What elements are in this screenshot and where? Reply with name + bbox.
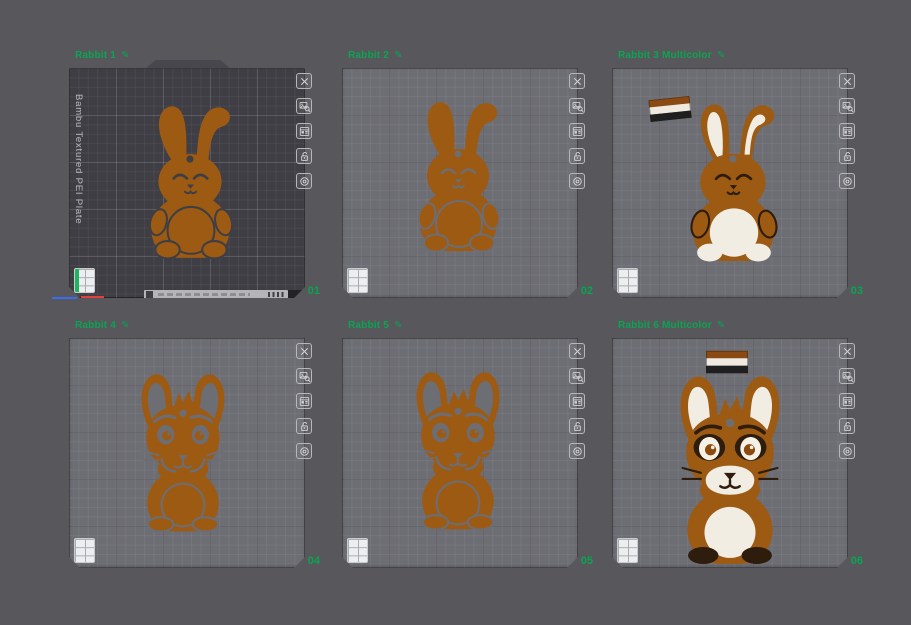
filament-color-swatch[interactable] [706,350,748,374]
plate-slots-icon [617,538,638,563]
plate-number: 06 [850,555,863,567]
plate-cell-3: Rabbit 3 Multicolor ✎ 03 [612,48,863,300]
build-plate-05[interactable] [342,338,578,568]
plate-cell-6: Rabbit 6 Multicolor ✎ 06 [612,318,863,570]
plate-settings-icon[interactable] [296,123,312,139]
filament-mapping-icon[interactable] [839,443,855,459]
build-plate-03[interactable] [612,68,848,298]
build-plate-01[interactable]: Bambu Textured PEI Plate [69,68,305,298]
edit-plate-name-icon[interactable]: ✎ [121,50,130,61]
plate-title[interactable]: Rabbit 6 Multicolor ✎ [618,320,725,331]
plate-settings-icon[interactable] [839,393,855,409]
plate-name-label: Rabbit 2 [348,50,390,61]
build-plate-06[interactable] [612,338,848,568]
plate-preview-icon[interactable] [296,368,312,384]
plate-name-label: Rabbit 3 Multicolor [618,50,712,61]
rabbit-model-4[interactable] [127,358,239,544]
plate-number: 01 [307,285,320,297]
filament-mapping-icon[interactable] [296,173,312,189]
delete-plate-icon[interactable] [839,343,855,359]
plate-number: 02 [580,285,593,297]
edit-plate-name-icon[interactable]: ✎ [717,320,726,331]
plate-preview-icon[interactable] [839,98,855,114]
plate-toolbar [839,343,855,459]
plate-name-label: Rabbit 5 [348,320,390,331]
filament-mapping-icon[interactable] [839,173,855,189]
plate-slots-icon [347,538,368,563]
plate-name-label: Rabbit 6 Multicolor [618,320,712,331]
plate-corner-tab [288,290,304,299]
plate-title[interactable]: Rabbit 1 ✎ [75,50,130,61]
delete-plate-icon[interactable] [569,343,585,359]
plate-toolbar [569,343,585,459]
plate-settings-icon[interactable] [569,123,585,139]
rabbit-model-2[interactable] [404,96,514,256]
plate-code-strip [144,290,288,299]
build-plate-02[interactable] [342,68,578,298]
edit-plate-name-icon[interactable]: ✎ [394,320,403,331]
rabbit-model-3[interactable] [676,102,792,262]
lock-plate-icon[interactable] [839,148,855,164]
plate-cell-2: Rabbit 2 ✎ 02 [342,48,593,300]
delete-plate-icon[interactable] [839,73,855,89]
plate-preview-icon[interactable] [296,98,312,114]
lock-plate-icon[interactable] [296,418,312,434]
rabbit-model-5[interactable] [402,358,514,540]
plate-name-label: Rabbit 4 [75,320,117,331]
filament-color-swatch[interactable] [647,96,693,122]
lock-plate-icon[interactable] [569,148,585,164]
plate-preview-icon[interactable] [569,98,585,114]
plate-number: 03 [850,285,863,297]
plate-title[interactable]: Rabbit 5 ✎ [348,320,403,331]
plate-texture-label: Bambu Textured PEI Plate [73,94,84,225]
plate-slots-icon [617,268,638,293]
plate-toolbar [569,73,585,189]
plate-handle [146,60,230,68]
plate-cell-4: Rabbit 4 ✎ 04 [69,318,320,570]
plate-toolbar [296,343,312,459]
plate-settings-icon[interactable] [569,393,585,409]
plate-preview-icon[interactable] [569,368,585,384]
axis-z-indicator [52,297,77,299]
plate-title[interactable]: Rabbit 4 ✎ [75,320,130,331]
rabbit-model-1[interactable] [135,104,247,259]
plate-number: 05 [580,555,593,567]
plates-overview: Rabbit 1 ✎ Bambu Textured PEI Plate 01 R… [0,0,911,625]
edit-plate-name-icon[interactable]: ✎ [717,50,726,61]
plate-slots-icon [347,268,368,293]
rabbit-model-6[interactable] [660,372,800,564]
filament-mapping-icon[interactable] [569,173,585,189]
delete-plate-icon[interactable] [296,343,312,359]
delete-plate-icon[interactable] [569,73,585,89]
plate-settings-icon[interactable] [839,123,855,139]
plate-slots-icon [74,538,95,563]
plate-number: 04 [307,555,320,567]
build-plate-04[interactable] [69,338,305,568]
plate-toolbar [296,73,312,189]
axis-x-indicator [81,296,104,298]
plate-name-label: Rabbit 1 [75,50,117,61]
lock-plate-icon[interactable] [296,148,312,164]
delete-plate-icon[interactable] [296,73,312,89]
lock-plate-icon[interactable] [569,418,585,434]
plate-toolbar [839,73,855,189]
edit-plate-name-icon[interactable]: ✎ [121,320,130,331]
filament-mapping-icon[interactable] [569,443,585,459]
plate-cell-5: Rabbit 5 ✎ 05 [342,318,593,570]
lock-plate-icon[interactable] [839,418,855,434]
plate-title[interactable]: Rabbit 2 ✎ [348,50,403,61]
plate-cell-1: Rabbit 1 ✎ Bambu Textured PEI Plate 01 [52,48,320,300]
plate-preview-icon[interactable] [839,368,855,384]
plate-settings-icon[interactable] [296,393,312,409]
filament-mapping-icon[interactable] [296,443,312,459]
plate-title[interactable]: Rabbit 3 Multicolor ✎ [618,50,725,61]
edit-plate-name-icon[interactable]: ✎ [394,50,403,61]
plate-slots-icon [74,268,95,293]
